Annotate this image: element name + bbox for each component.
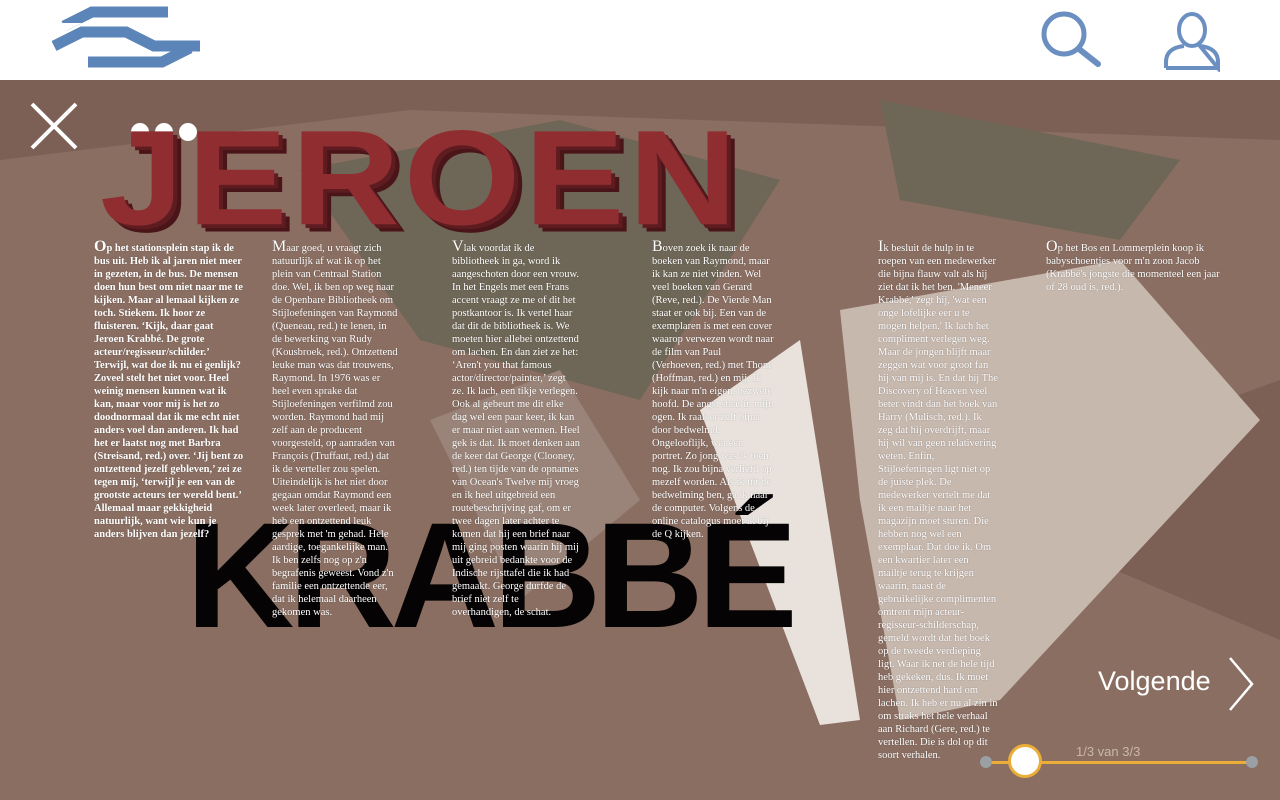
slider-thumb[interactable] <box>1008 744 1042 778</box>
article-column-1: Op het stationsplein stap ik de bus uit.… <box>94 238 244 541</box>
article-column-3: Vlak voordat ik de bibliotheek in ga, wo… <box>452 238 580 619</box>
drop-cap: V <box>452 238 464 255</box>
drop-cap: O <box>94 238 107 255</box>
page-slider[interactable] <box>976 740 1268 784</box>
article-title: JEROEN <box>100 101 741 254</box>
chevron-right-icon <box>1229 657 1254 711</box>
article-column-2: Maar goed, u vraagt zich natuurlijk af w… <box>272 238 398 619</box>
drop-cap: O <box>1046 238 1058 255</box>
next-page-button[interactable]: Volgende <box>1092 656 1262 712</box>
close-icon[interactable] <box>28 100 82 154</box>
drop-cap: M <box>272 238 287 255</box>
column-text: p het stationsplein stap ik de bus uit. … <box>94 243 244 540</box>
user-icon[interactable] <box>1160 10 1224 74</box>
column-text: oven zoek ik naar de boeken van Raymond,… <box>652 243 774 540</box>
ns-logo[interactable] <box>51 6 202 68</box>
slider-start-dot <box>980 756 992 768</box>
drop-cap: B <box>652 238 663 255</box>
column-text: lak voordat ik de bibliotheek in ga, wor… <box>452 243 580 618</box>
search-icon[interactable] <box>1036 6 1102 70</box>
column-text: aar goed, u vraagt zich natuurlijk af wa… <box>272 243 398 618</box>
top-bar <box>0 0 1280 80</box>
slider-end-dot <box>1246 756 1258 768</box>
article-column-6: Op het Bos en Lommerplein koop ik babysc… <box>1046 238 1224 294</box>
article-column-5: Ik besluit de hulp in te roepen van een … <box>878 239 998 762</box>
article-column-4: Boven zoek ik naar de boeken van Raymond… <box>652 238 774 541</box>
column-text: k besluit de hulp in te roepen van een m… <box>878 243 998 761</box>
magazine-viewer: JEROEN KRABBÉ Op het stationsplein stap … <box>0 80 1280 800</box>
next-page-label: Volgende <box>1098 666 1211 696</box>
column-text: p het Bos en Lommerplein koop ik babysch… <box>1046 243 1220 293</box>
